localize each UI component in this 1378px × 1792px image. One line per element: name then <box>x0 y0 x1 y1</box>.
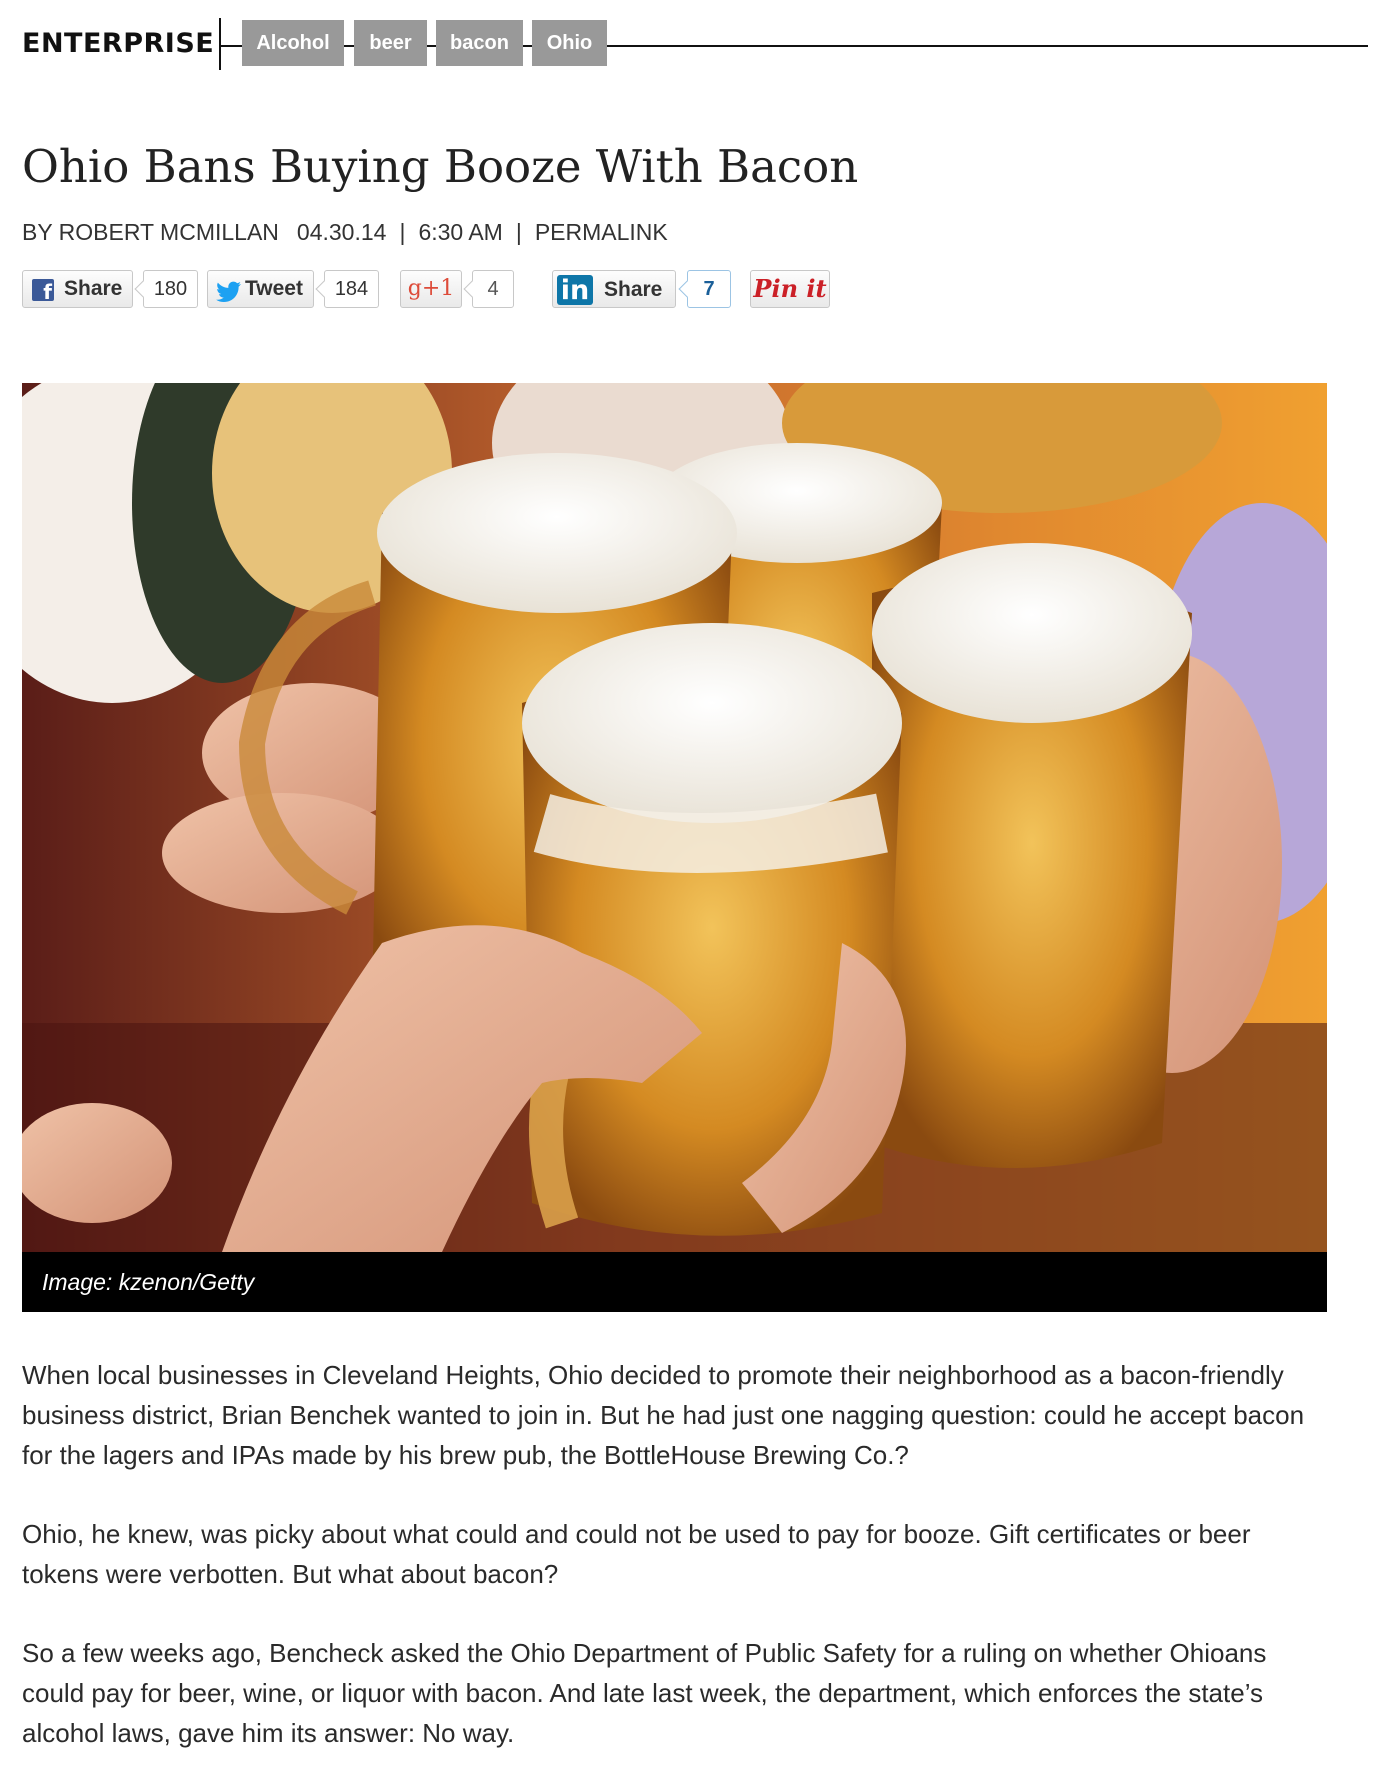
linkedin-share-button[interactable]: in Share <box>552 270 676 308</box>
tweet-button[interactable]: Tweet <box>207 270 314 308</box>
tweet-label: Tweet <box>245 277 303 300</box>
google-plus-button[interactable]: g+1 <box>400 270 462 308</box>
twitter-bird-icon <box>216 279 242 302</box>
linkedin-share-label: Share <box>604 278 663 301</box>
google-plus-label: g+1 <box>407 276 455 301</box>
byline: BY ROBERT MCMILLAN 04.30.14 | 6:30 AM | PERMA… <box>22 219 668 246</box>
author[interactable]: BY ROBERT MCMILLAN <box>22 219 279 246</box>
paragraph: So a few weeks ago, Bencheck asked the O… <box>22 1638 1267 1748</box>
linkedin-share-count: 7 <box>687 270 731 308</box>
header-divider <box>219 18 221 70</box>
facebook-share-count: 180 <box>143 270 198 308</box>
byline-separator: | <box>515 219 522 245</box>
section-header: ENTERPRISE Alcohol beer bacon Ohio <box>0 0 1378 90</box>
publish-date: 04.30.14 <box>296 219 387 245</box>
linkedin-icon: in <box>557 275 593 306</box>
article-body: When local businesses in Cleveland Heigh… <box>22 1355 1312 1792</box>
article-image: Image: kzenon/Getty <box>22 383 1327 1312</box>
tag-beer[interactable]: beer <box>354 20 427 66</box>
article-title: Ohio Bans Buying Booze With Bacon <box>22 140 859 193</box>
paragraph: When local businesses in Cleveland Heigh… <box>22 1360 1305 1470</box>
facebook-share-button[interactable]: f Share <box>22 270 133 308</box>
tweet-count: 184 <box>324 270 379 308</box>
image-caption: Image: kzenon/Getty <box>22 1252 1327 1312</box>
permalink-link[interactable]: PERMALINK <box>535 219 668 245</box>
section-name[interactable]: ENTERPRISE <box>22 28 214 59</box>
google-plus-count: 4 <box>472 270 514 308</box>
share-bar: f Share 180 Tweet 184 g+1 4 in Share 7 P… <box>0 270 900 308</box>
tag-ohio[interactable]: Ohio <box>532 20 607 66</box>
publish-time: 6:30 AM <box>418 219 503 245</box>
pin-it-label: Pin it <box>753 274 827 303</box>
pin-it-button[interactable]: Pin it <box>750 270 830 308</box>
facebook-share-label: Share <box>64 277 123 300</box>
tag-bacon[interactable]: bacon <box>436 20 523 66</box>
byline-separator: | <box>399 219 406 245</box>
beer-steins-photo <box>22 383 1327 1252</box>
facebook-icon: f <box>32 279 54 304</box>
paragraph: Ohio, he knew, was picky about what coul… <box>22 1519 1251 1589</box>
tag-alcohol[interactable]: Alcohol <box>242 20 344 66</box>
